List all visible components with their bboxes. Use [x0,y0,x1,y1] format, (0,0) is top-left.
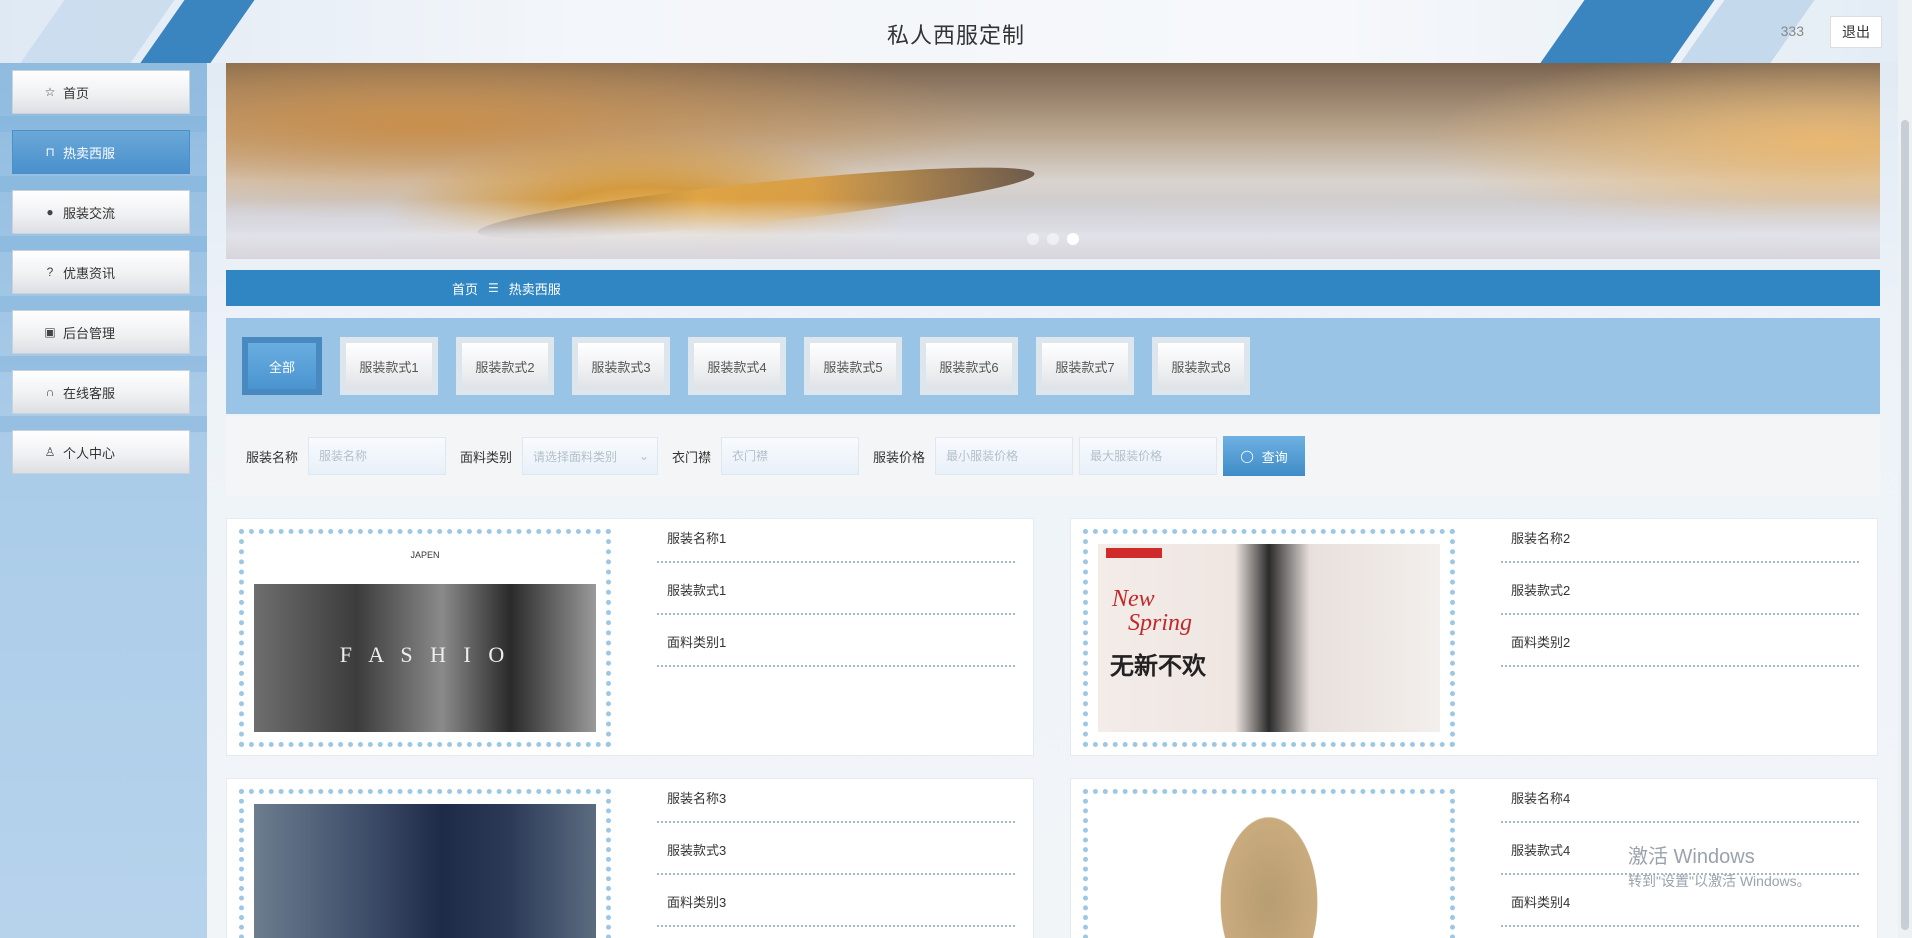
banner-image [226,199,1880,259]
price-label: 服装价格 [873,449,926,465]
site-title: 私人西服定制 [886,23,1025,48]
product-card[interactable]: 服装名称3 服装款式3 面料类别3 [226,778,1034,938]
product-image[interactable]: JAPEN F A S H I O [254,544,596,732]
search-bar: 服装名称 面料类别 请选择面料类别 ⌄ 衣门襟 服装价格 ◯ 查询 [226,416,1880,496]
sidebar-item-label: 服装交流 [63,205,116,221]
sidebar: ☆ 首页 ⊓ 热卖西服 ● 服装交流 ? 优惠资讯 ▣ 后台管理 ∩ 在线客服 … [0,63,207,938]
star-icon: ☆ [44,85,56,99]
logout-button[interactable]: 退出 [1830,16,1882,48]
breadcrumb-home[interactable]: 首页 [452,279,478,298]
product-image-frame: New Spring 无新不欢 [1083,529,1455,747]
tab-all[interactable]: 全部 [248,343,316,389]
tab-style-5[interactable]: 服装款式5 [810,343,896,389]
product-info: 服装名称1 服装款式1 面料类别1 [657,519,1015,667]
tab-style-2[interactable]: 服装款式2 [462,343,548,389]
bag-icon: ⊓ [45,145,55,159]
product-image-frame: JAPEN F A S H I O [239,529,611,747]
placket-label: 衣门襟 [672,449,712,465]
product-info: 服装名称3 服装款式3 面料类别3 [657,779,1015,927]
product-image-caption: 无新不欢 [1110,651,1206,680]
sidebar-item-clothing-exchange[interactable]: ● 服装交流 [12,190,190,234]
briefcase-icon: ▣ [44,325,56,339]
sidebar-item-label: 热卖西服 [63,145,116,161]
product-style: 服装款式2 [1501,563,1859,615]
product-style: 服装款式3 [657,823,1015,875]
sidebar-item-label: 首页 [63,85,90,101]
product-image-brand: JAPEN [254,544,596,584]
product-image-caption: F A S H I O [339,642,511,667]
product-fabric: 面料类别1 [657,615,1015,667]
product-image[interactable] [254,804,596,938]
sidebar-item-admin[interactable]: ▣ 后台管理 [12,310,190,354]
question-icon: ? [46,265,54,279]
product-image-caption: New [1112,586,1155,612]
search-icon: ◯ [1240,449,1254,463]
scrollbar-thumb[interactable] [1901,120,1909,930]
product-name: 服装名称4 [1501,779,1859,823]
product-name: 服装名称1 [657,519,1015,563]
product-image[interactable] [1098,804,1440,938]
product-image-frame [239,789,611,938]
carousel-dot[interactable] [1027,233,1039,245]
product-card[interactable]: New Spring 无新不欢 服装名称2 服装款式2 面料类别2 [1070,518,1878,756]
headset-icon: ∩ [45,385,55,399]
sidebar-item-promotions[interactable]: ? 优惠资讯 [12,250,190,294]
sidebar-item-label: 优惠资讯 [63,265,116,281]
page-scrollbar[interactable] [1898,0,1912,938]
product-info: 服装名称2 服装款式2 面料类别2 [1501,519,1859,667]
chevron-down-icon: ⌄ [638,449,650,463]
tab-style-8[interactable]: 服装款式8 [1158,343,1244,389]
sidebar-item-home[interactable]: ☆ 首页 [12,70,190,114]
user-icon: ♙ [44,445,56,459]
breadcrumb-current: 热卖西服 [508,281,561,297]
fabric-label: 面料类别 [460,449,513,465]
banner-carousel [226,63,1880,259]
breadcrumb: 首页 ☰ 热卖西服 [226,270,1880,306]
product-image[interactable]: New Spring 无新不欢 [1098,544,1440,732]
carousel-dot[interactable] [1047,233,1059,245]
sidebar-item-label: 后台管理 [63,325,116,341]
watermark-title: 激活 Windows [1628,846,1755,868]
username: 333 [1780,23,1804,39]
name-label: 服装名称 [246,449,299,465]
product-card[interactable]: JAPEN F A S H I O 服装名称1 服装款式1 面料类别1 [226,518,1034,756]
windows-activation-watermark: 激活 Windows 转到"设置"以激活 Windows。 [1628,840,1811,891]
product-fabric: 面料类别3 [657,875,1015,927]
carousel-dots [226,233,1880,245]
tab-style-3[interactable]: 服装款式3 [578,343,664,389]
search-button-label: 查询 [1261,449,1288,465]
search-button[interactable]: ◯ 查询 [1223,436,1306,476]
tab-style-4[interactable]: 服装款式4 [694,343,780,389]
tab-style-1[interactable]: 服装款式1 [346,343,432,389]
sidebar-item-label: 在线客服 [63,385,116,401]
top-header: 私人西服定制 333 退出 [0,0,1912,63]
watermark-subtitle: 转到"设置"以激活 Windows。 [1628,873,1811,889]
product-name: 服装名称3 [657,779,1015,823]
alert-icon: ● [46,205,54,219]
min-price-input[interactable] [935,437,1074,475]
sidebar-item-label: 个人中心 [63,445,116,461]
product-image-frame [1083,789,1455,938]
max-price-input[interactable] [1079,437,1218,475]
breadcrumb-separator: ☰ [488,281,499,295]
placket-input[interactable] [721,437,860,475]
fabric-select[interactable]: 请选择面料类别 ⌄ [522,437,659,475]
sidebar-item-customer-service[interactable]: ∩ 在线客服 [12,370,190,414]
product-fabric: 面料类别2 [1501,615,1859,667]
sidebar-item-hot-suits[interactable]: ⊓ 热卖西服 [12,130,190,174]
product-style: 服装款式1 [657,563,1015,615]
sidebar-item-profile[interactable]: ♙ 个人中心 [12,430,190,474]
name-input[interactable] [308,437,447,475]
product-image-caption: Spring [1128,610,1193,636]
carousel-dot-active[interactable] [1067,233,1079,245]
category-tabs: 全部 服装款式1 服装款式2 服装款式3 服装款式4 服装款式5 服装款式6 服… [226,318,1880,414]
fabric-select-placeholder: 请选择面料类别 [533,449,618,464]
product-name: 服装名称2 [1501,519,1859,563]
product-image-badge [1106,548,1162,558]
tab-style-7[interactable]: 服装款式7 [1042,343,1128,389]
tab-style-6[interactable]: 服装款式6 [926,343,1012,389]
